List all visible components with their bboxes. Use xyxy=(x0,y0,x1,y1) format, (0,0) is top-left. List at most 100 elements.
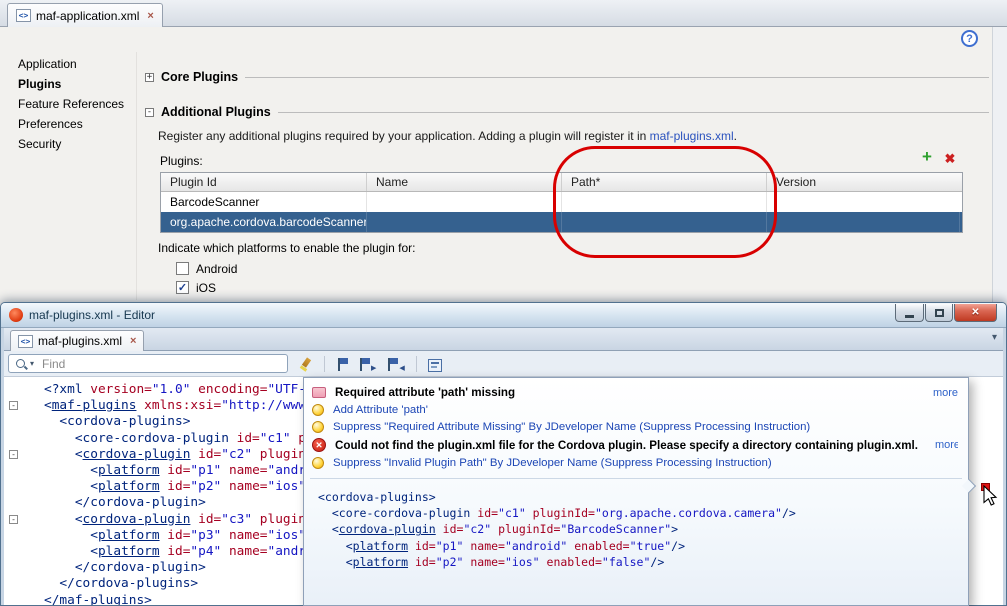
table-row[interactable]: org.apache.cordova.barcodeScanner xyxy=(161,212,962,232)
tab-close-icon[interactable]: × xyxy=(130,335,136,347)
popup-divider xyxy=(310,478,962,479)
nav-item-application[interactable]: Application xyxy=(10,54,132,74)
tab-label: maf-application.xml xyxy=(36,8,140,23)
checkbox-checked-icon[interactable]: ✓ xyxy=(176,281,189,294)
minimize-button[interactable] xyxy=(895,304,924,322)
find-placeholder: Find xyxy=(42,356,66,371)
fold-collapse-icon[interactable]: - xyxy=(9,514,18,524)
code-line[interactable]: </cordova-plugins> xyxy=(44,576,198,592)
suggestion-link[interactable]: Suppress "Invalid Plugin Path" By JDevel… xyxy=(333,457,772,469)
nav-item-preferences[interactable]: Preferences xyxy=(10,114,132,134)
nav-item-security[interactable]: Security xyxy=(10,134,132,154)
highlight-icon xyxy=(299,357,313,372)
tab-overflow-icon[interactable]: ▾ xyxy=(992,332,997,343)
platform-checkbox-ios[interactable]: ✓ iOS xyxy=(176,278,237,297)
code-line[interactable]: <platform id="p4" name="andr xyxy=(44,544,306,560)
tab-maf-application-xml[interactable]: maf-application.xml × xyxy=(7,3,163,27)
popup-messages: Required attribute 'path' missing more Add… xyxy=(304,378,968,476)
nav-divider xyxy=(136,52,137,300)
restore-button[interactable] xyxy=(925,304,953,322)
error-popup: Required attribute 'path' missing more Add… xyxy=(303,377,977,606)
fold-collapse-icon[interactable]: - xyxy=(9,401,18,411)
code-line[interactable]: </cordova-plugin> xyxy=(44,560,206,576)
plugins-table-body: BarcodeScanner org.apache.cordova.barcode… xyxy=(161,192,962,232)
tab-label: maf-plugins.xml xyxy=(38,334,123,348)
help-icon[interactable]: ? xyxy=(961,30,978,47)
message-text: Could not find the plugin.xml file for t… xyxy=(335,438,918,452)
code-line[interactable]: <cordova-plugins> xyxy=(44,414,190,430)
code-line[interactable]: <?xml version="1.0" encoding="UTF- xyxy=(44,382,306,398)
column-header[interactable]: Plugin Id xyxy=(161,173,367,191)
table-cell xyxy=(367,212,562,232)
fold-collapse-icon[interactable]: - xyxy=(9,449,18,459)
suggestion-link[interactable]: Add Attribute 'path' xyxy=(333,404,428,416)
arrow-glyph: ◀ xyxy=(399,364,405,372)
search-options-icon[interactable]: ▾ xyxy=(30,359,34,368)
code-line[interactable]: </cordova-plugin> xyxy=(44,495,206,511)
toolbar-icons: ▶ ◀ xyxy=(294,355,447,372)
document-tab-bar: maf-application.xml × xyxy=(0,0,1007,27)
error-marker[interactable] xyxy=(981,483,990,491)
table-cell: BarcodeScanner xyxy=(161,192,367,212)
section-additional-plugins: - Additional Plugins xyxy=(145,104,989,120)
more-link[interactable]: more xyxy=(927,439,958,451)
restore-icon xyxy=(934,308,944,317)
previous-bookmark-icon[interactable]: ◀ xyxy=(386,356,405,372)
find-field[interactable]: ▾ Find xyxy=(8,354,288,373)
nav-item-plugins[interactable]: Plugins xyxy=(10,74,132,94)
collapse-icon[interactable]: - xyxy=(145,107,154,117)
previous-bookmark-icon xyxy=(386,357,399,372)
checkbox-unchecked-icon[interactable] xyxy=(176,262,189,275)
table-cell xyxy=(562,212,767,232)
platforms-label: Indicate which platforms to enable the p… xyxy=(158,241,416,255)
description-text: Register any additional plugins required… xyxy=(158,129,650,143)
error-icon: ✕ xyxy=(312,438,326,452)
tab-maf-plugins-xml[interactable]: maf-plugins.xml × xyxy=(10,330,145,351)
popup-error-message: ✕ Could not find the plugin.xml file for … xyxy=(312,438,958,452)
popup-error-message: Required attribute 'path' missing more xyxy=(312,386,958,399)
section-core-plugins: + Core Plugins xyxy=(145,69,989,85)
window-title: maf-plugins.xml - Editor xyxy=(29,308,156,322)
table-cell xyxy=(367,192,562,212)
remove-plugin-icon[interactable]: ✖ xyxy=(941,151,959,169)
toolbar-separator xyxy=(415,355,417,372)
vertical-scrollbar[interactable] xyxy=(992,27,1007,302)
column-header[interactable]: Version xyxy=(767,173,960,191)
maf-plugins-xml-link[interactable]: maf-plugins.xml xyxy=(650,129,734,143)
window-titlebar[interactable]: maf-plugins.xml - Editor ✕ xyxy=(1,303,1006,328)
tab-close-icon[interactable]: × xyxy=(147,10,153,22)
editor-view-icon[interactable] xyxy=(427,356,442,372)
close-button[interactable]: ✕ xyxy=(954,304,997,322)
column-header[interactable]: Name xyxy=(367,173,562,191)
toggle-bookmark-icon[interactable] xyxy=(336,356,348,372)
section-rule xyxy=(277,111,989,113)
suggestion-link[interactable]: Suppress "Required Attribute Missing" By… xyxy=(333,421,810,433)
popup-suggestion: Suppress "Required Attribute Missing" By… xyxy=(312,421,958,433)
checkbox-label: iOS xyxy=(196,280,217,295)
xml-file-icon xyxy=(16,9,31,22)
table-row[interactable]: BarcodeScanner xyxy=(161,192,962,212)
column-header[interactable]: Path* xyxy=(562,173,767,191)
next-bookmark-icon xyxy=(358,357,370,372)
section-title: Core Plugins xyxy=(161,70,239,84)
popup-suggestion: Suppress "Invalid Plugin Path" By JDevel… xyxy=(312,457,958,469)
code-line[interactable]: <cordova-plugin id="c3" pluginId= xyxy=(44,512,329,528)
next-bookmark-icon[interactable]: ▶ xyxy=(358,356,376,372)
code-line[interactable]: </maf-plugins> xyxy=(44,593,152,605)
toolbar-separator xyxy=(324,355,325,372)
platform-checkbox-android[interactable]: Android xyxy=(176,259,237,278)
code-line[interactable]: <platform id="p3" name="ios" xyxy=(44,528,306,544)
more-link[interactable]: more xyxy=(925,387,958,399)
nav-item-feature-references[interactable]: Feature References xyxy=(10,94,132,114)
code-line[interactable]: <maf-plugins xmlns:xsi="http://www xyxy=(44,398,306,414)
highlight-icon[interactable] xyxy=(299,356,313,372)
add-plugin-icon[interactable]: + xyxy=(918,148,936,167)
popup-code-line: <cordova-plugin id="c2" pluginId="Barcod… xyxy=(331,522,679,537)
table-cell xyxy=(562,192,767,212)
search-icon[interactable] xyxy=(14,357,28,371)
toggle-bookmark-icon xyxy=(336,357,348,372)
xml-file-icon xyxy=(18,334,33,348)
expand-icon[interactable]: + xyxy=(145,72,154,82)
plugins-label: Plugins: xyxy=(160,154,203,168)
bulb-icon xyxy=(312,404,324,416)
